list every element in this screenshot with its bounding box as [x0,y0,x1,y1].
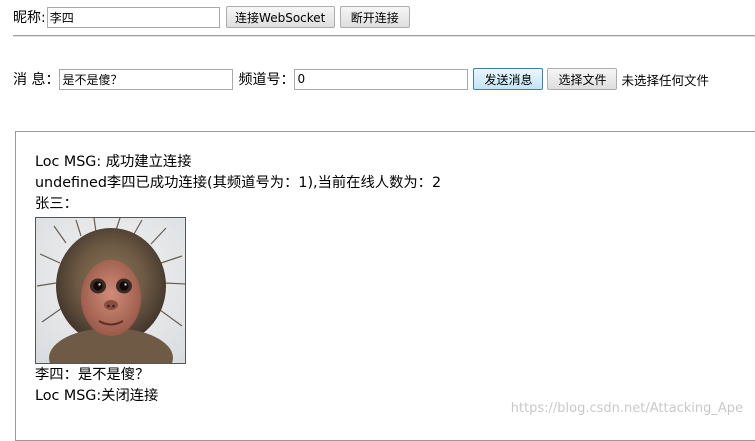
divider [13,35,755,37]
disconnect-button[interactable]: 断开连接 [339,6,410,28]
file-status-text: 未选择任何文件 [621,72,709,88]
choose-file-button[interactable]: 选择文件 [547,68,618,90]
nickname-label: 昵称: [13,10,46,26]
watermark-text: https://blog.csdn.net/Attacking_Ape [510,401,743,416]
channel-label: 频道号： [238,72,295,88]
send-message-button[interactable]: 发送消息 [473,68,544,90]
log-line: Loc MSG: 成功建立连接 [35,154,192,170]
message-toolbar: 消 息： 频道号： 发送消息 选择文件 未选择任何文件 [13,68,709,90]
message-label: 消 息： [13,72,60,88]
log-line: 李四：是不是傻？ [35,367,150,383]
log-line: undefined李四已成功连接(其频道号为：1),当前在线人数为：2 [35,175,442,191]
log-line-sender: 张三： [35,196,78,212]
connect-websocket-button[interactable]: 连接WebSocket [225,6,335,28]
channel-input[interactable] [294,68,469,90]
message-log: Loc MSG: 成功建立连接 undefined李四已成功连接(其频道号为：1… [15,131,755,441]
nickname-input[interactable] [46,6,220,28]
monkey-photo-image [35,217,186,364]
message-input[interactable] [59,68,234,90]
connect-toolbar: 昵称: 连接WebSocket 断开连接 [13,6,410,28]
